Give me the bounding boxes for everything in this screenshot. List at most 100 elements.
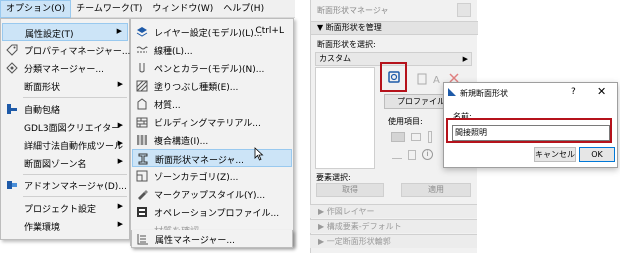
menu-help[interactable]: ヘルプ(H) [218, 0, 269, 18]
panel-title: 断面形状マネージャ [317, 6, 389, 15]
use-handrail-icon[interactable] [408, 150, 416, 160]
submenu-arrow-icon: ▶ [117, 80, 123, 88]
menu-item-project-settings[interactable]: プロジェクト設定 ▶ [2, 199, 128, 217]
app-icon [447, 87, 457, 97]
menu-item-label: 詳細寸法自動作成ツール [24, 142, 124, 152]
menu-item-label: オペレーションプロファイル... [154, 209, 280, 219]
menu-item-label: ゾーンカテゴリ(Z)... [154, 173, 239, 183]
submenu-item-attribute-manager[interactable]: 属性マネージャー... [133, 230, 291, 248]
menu-options[interactable]: オプション(O) [0, 0, 72, 18]
menu-item-label: 線種(L)... [154, 47, 193, 57]
submenu-item-composites[interactable]: 複合構造(I)... [132, 131, 292, 149]
close-icon[interactable]: ✕ [597, 85, 606, 98]
menu-item-label: アドオンマネージャ(D)... [24, 182, 127, 192]
help-button[interactable]: ? [571, 87, 576, 97]
menu-item-section-zone[interactable]: 断面図ゾーン名 ▶ [2, 154, 128, 172]
submenu-item-line-types[interactable]: 線種(L)... [132, 41, 292, 59]
profile-list[interactable] [315, 67, 375, 169]
addon-icon [6, 179, 18, 191]
use-railing-icon[interactable] [392, 151, 402, 159]
menu-item-label: 複合構造(I)... [154, 137, 209, 147]
submenu-arrow-icon: ▶ [117, 121, 123, 129]
use-with-label: 使用項目: [388, 117, 423, 126]
submenu-item-fills[interactable]: 塗りつぶし種類(E)... [132, 77, 292, 95]
mouse-cursor-icon [254, 147, 264, 161]
markup-icon [136, 188, 148, 200]
menu-item-label: レイヤー設定(モデル)(L)... [154, 29, 263, 39]
shortcut-label: Ctrl+L [255, 26, 284, 36]
panel-close-button[interactable] [457, 3, 471, 17]
submenu-arrow-icon: ▶ [117, 157, 123, 165]
edit-profile-button[interactable]: プロファイルの編 [384, 94, 450, 109]
menu-item-auto-merge[interactable]: 自動包絡 [2, 100, 128, 118]
submenu-item-profile-manager[interactable]: 断面形状マネージャ... [132, 149, 292, 167]
chevron-right-icon: ▶ [462, 55, 468, 63]
submenu-item-markup-styles[interactable]: マークアップスタイル(Y)... [132, 185, 292, 203]
apply-button[interactable]: 適用 [401, 183, 471, 197]
menu-item-profile[interactable]: 断面形状 ▶ [2, 77, 128, 95]
duplicate-profile-icon[interactable] [415, 72, 429, 86]
menu-item-label: 断面形状マネージャ... [155, 156, 244, 166]
attributes-submenu-tail: 属性マネージャー... [131, 230, 293, 248]
menu-item-classification-manager[interactable]: 分類マネージャー... [2, 59, 128, 77]
menu-item-work-environment[interactable]: 作業環境 ▶ [2, 217, 128, 235]
menu-item-label: 属性マネージャー... [155, 236, 235, 246]
menu-item-label: 作業環境 [24, 223, 61, 233]
menu-item-attributes[interactable]: 属性設定(T) ▶ [2, 23, 128, 41]
menu-item-label: GDL3面図クリエイター [24, 124, 121, 134]
menu-separator [23, 174, 127, 175]
submenu-item-building-materials[interactable]: ビルディングマテリアル... [132, 113, 292, 131]
zone-icon [136, 170, 148, 182]
section-manage-profiles[interactable]: ▼ 断面形状を管理 [311, 21, 478, 35]
screenshot-root: オプション(O) チームワーク(T) ウィンドウ(W) ヘルプ(H) 属性設定(… [0, 0, 620, 253]
svg-text:A: A [433, 75, 440, 86]
submenu-arrow-icon: ▶ [117, 220, 123, 228]
menu-item-label: 塗りつぶし種類(E)... [154, 83, 239, 93]
submenu-item-operation-profiles[interactable]: オペレーションプロファイル... [132, 203, 292, 221]
fill-icon [136, 80, 148, 92]
surface-icon [136, 98, 148, 110]
menu-item-auto-dimension[interactable]: 詳細寸法自動作成ツール ▶ [2, 136, 128, 154]
menu-item-addon-manager[interactable]: アドオンマネージャ(D)... [2, 176, 128, 194]
pen-icon [136, 62, 148, 74]
section-drawing-layer[interactable]: ▶ 作図レイヤー [310, 204, 477, 218]
dialog-title: 新規断面形状 [460, 89, 508, 98]
submenu-item-zone-categories[interactable]: ゾーンカテゴリ(Z)... [132, 167, 292, 185]
submenu-arrow-icon: ▶ [117, 139, 123, 147]
submenu-item-surfaces[interactable]: 材質... [132, 95, 292, 113]
section-default-components[interactable]: ▶ 構成要素-デフォルト [310, 219, 477, 233]
cancel-button[interactable]: キャンセル [534, 147, 576, 162]
menu-item-gdl-creator[interactable]: GDL3面図クリエイター ▶ [2, 118, 128, 136]
layer-icon [136, 26, 148, 38]
get-button[interactable]: 取得 [316, 183, 384, 197]
menu-item-label: 断面図ゾーン名 [24, 160, 87, 170]
submenu-arrow-icon: ▶ [116, 27, 122, 35]
menu-teamwork[interactable]: チームワーク(T) [71, 0, 147, 18]
use-column-icon[interactable] [428, 131, 432, 143]
profile-manager-icon [137, 153, 149, 165]
menu-separator [23, 196, 127, 197]
menu-item-label: 属性設定(T) [25, 30, 74, 40]
menu-item-label: ビルディングマテリアル... [154, 119, 261, 129]
menu-bar: オプション(O) チームワーク(T) ウィンドウ(W) ヘルプ(H) [0, 0, 295, 18]
section-constant-outline[interactable]: ▶ 一定断面形状輪郭 [310, 234, 477, 248]
menu-item-label: 分類マネージャー... [24, 65, 104, 75]
auto-merge-icon [6, 103, 18, 115]
use-beam-icon[interactable] [411, 133, 421, 141]
use-wall-icon[interactable] [391, 132, 405, 142]
operation-profile-icon [136, 206, 148, 218]
menu-item-property-manager[interactable]: プロパティマネージャー... [2, 41, 130, 59]
info-icon[interactable]: i [422, 149, 433, 160]
menu-item-label: 断面形状 [24, 83, 61, 93]
submenu-arrow-icon: ▶ [117, 202, 123, 210]
annotation-highlight-box [446, 118, 612, 143]
annotation-highlight-box [380, 62, 407, 92]
menu-item-label: 材質... [154, 101, 181, 111]
submenu-item-pens[interactable]: ペンとカラー(モデル)(N)... [132, 59, 292, 77]
attributes-submenu: レイヤー設定(モデル)(L)... Ctrl+L 線種(L)... ペンとカラー… [130, 18, 294, 246]
submenu-item-layers[interactable]: レイヤー設定(モデル)(L)... Ctrl+L [132, 23, 292, 41]
ok-button[interactable]: OK [579, 147, 615, 162]
menu-item-label: プロジェクト設定 [24, 205, 97, 215]
element-select-label: 要素選択: [316, 173, 351, 182]
menu-window[interactable]: ウィンドウ(W) [147, 0, 218, 18]
